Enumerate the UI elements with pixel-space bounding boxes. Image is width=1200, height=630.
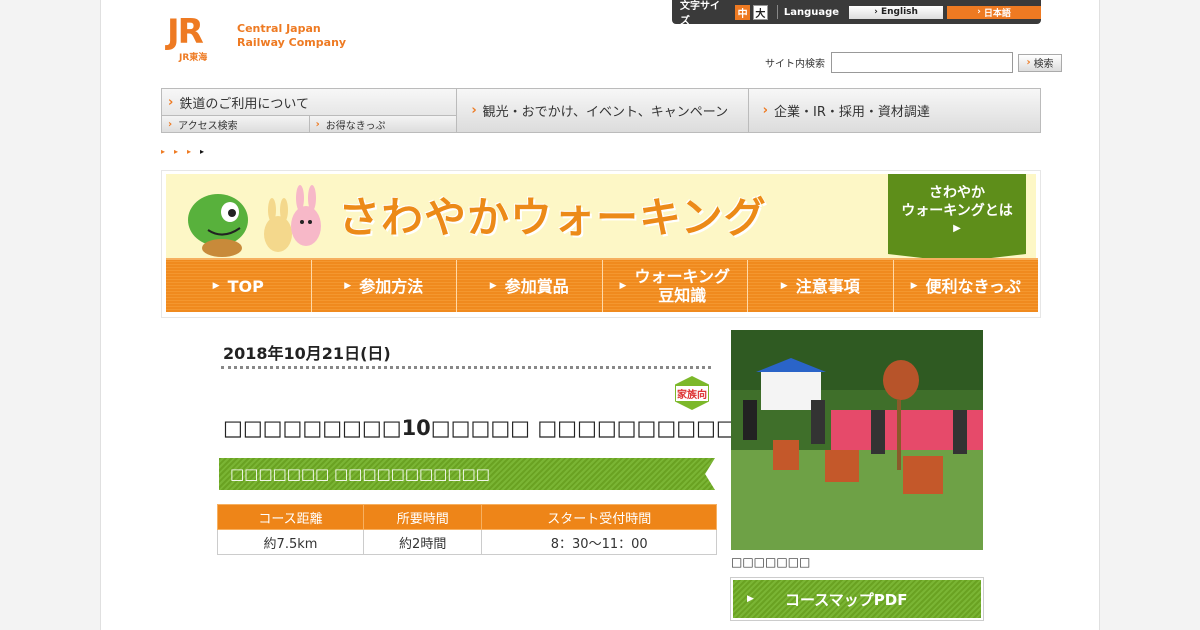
menu-label-line2: 豆知識	[658, 286, 707, 305]
english-label: English	[881, 7, 918, 17]
nav-corporate-label: 企業・IR・採用・資材調達	[774, 105, 930, 120]
font-size-medium-button[interactable]: 中	[735, 4, 750, 20]
page-container: 文字サイズ 中 大 Language › English › 日本語 JR JR…	[100, 0, 1100, 630]
play-arrow-icon: ▶	[910, 280, 918, 291]
family-badge-label: 家族向	[676, 385, 708, 401]
utility-bar: 文字サイズ 中 大 Language › English › 日本語	[672, 0, 1041, 27]
menu-walking-tips[interactable]: ▶ ウォーキング 豆知識	[603, 260, 748, 312]
breadcrumb-arrow-icon[interactable]: ▸	[161, 147, 165, 156]
nav-access-label: アクセス検索	[178, 120, 238, 132]
breadcrumb-arrow-icon: ▸	[200, 147, 205, 156]
play-arrow-icon: ▶	[780, 280, 788, 291]
chevron-right-icon: ›	[471, 103, 477, 118]
nav-tickets-link[interactable]: › お得なきっぷ	[309, 116, 457, 132]
nav-tourism-link[interactable]: › 観光・おでかけ、イベント、キャンペーン	[457, 89, 749, 132]
language-label: Language	[783, 6, 840, 18]
header-duration: 所要時間	[362, 504, 483, 530]
menu-prizes[interactable]: ▶ 参加賞品	[457, 260, 603, 312]
header-distance: コース距離	[217, 504, 364, 530]
jr-logo-mark: JR JR東海	[165, 12, 227, 63]
global-nav: › 鉄道のご利用について › アクセス検索 › お得なきっぷ › 観光・おでかけ…	[161, 88, 1041, 133]
about-line1: さわやか	[929, 185, 985, 201]
header-start-time: スタート受付時間	[481, 504, 717, 530]
cell-duration: 約2時間	[362, 529, 483, 555]
breadcrumb-arrow-icon[interactable]: ▸	[187, 147, 191, 156]
menu-label: 参加方法	[359, 276, 424, 296]
play-arrow-icon: ▶	[953, 223, 961, 234]
play-arrow-icon: ▶	[344, 280, 352, 291]
nav-rail-link[interactable]: › 鉄道のご利用について	[162, 89, 457, 116]
mascot-illustration	[188, 185, 321, 257]
company-name-line1: Central Japan	[237, 22, 321, 35]
nav-tickets-label: お得なきっぷ	[325, 120, 386, 132]
sawayaka-walking-banner: さわやかウォーキング さわやか ウォーキングとは ▶ ▶ TOP ▶ 参加方法 ▶ 参…	[161, 170, 1041, 318]
jr-logo-sub: JR東海	[179, 53, 208, 63]
chevron-right-icon: ›	[168, 94, 174, 110]
search-label: サイト内検索	[765, 59, 825, 70]
company-name: Central Japan Railway Company	[237, 22, 346, 50]
play-arrow-icon: ▶	[747, 594, 754, 604]
nav-rail-group: › 鉄道のご利用について › アクセス検索 › お得なきっぷ	[162, 89, 458, 132]
company-name-line2: Railway Company	[237, 36, 347, 49]
table-row: 約7.5km 約2時間 8：30～11：00	[217, 529, 717, 555]
menu-label: 参加賞品	[504, 276, 569, 296]
site-search: サイト内検索 検索	[765, 52, 1062, 73]
menu-label: 便利なきっぷ	[925, 276, 1021, 296]
event-subtitle-bar: □□□□□□□ □□□□□□□□□□□	[219, 458, 715, 490]
nav-tourism-label: 観光・おでかけ、イベント、キャンペーン	[482, 105, 729, 120]
nav-corporate-link[interactable]: › 企業・IR・採用・資材調達	[749, 89, 1040, 132]
cell-start-time: 8：30～11：00	[481, 529, 717, 555]
chevron-right-icon: ›	[762, 103, 769, 118]
english-button[interactable]: › English	[849, 5, 944, 19]
cell-distance: 約7.5km	[217, 529, 364, 555]
banner-header: さわやかウォーキング さわやか ウォーキングとは ▶	[166, 174, 1036, 262]
event-date: 2018年10月21日(日)	[223, 344, 391, 363]
play-arrow-icon: ▶	[489, 280, 497, 291]
play-arrow-icon: ▶	[619, 280, 627, 291]
banner-title: さわやかウォーキング	[338, 193, 767, 242]
family-badge-icon: 家族向	[675, 376, 709, 410]
japanese-label: 日本語	[983, 8, 1011, 19]
walking-menu: ▶ TOP ▶ 参加方法 ▶ 参加賞品 ▶ ウォーキング 豆知識 ▶ 注意事項 ▶ 便利なきっ…	[166, 258, 1038, 312]
japanese-button[interactable]: › 日本語	[947, 5, 1041, 19]
nav-access-search-link[interactable]: › アクセス検索	[162, 116, 310, 132]
play-arrow-icon: ▶	[212, 280, 220, 291]
chevron-right-icon: ›	[168, 118, 173, 130]
dotted-divider	[221, 366, 711, 369]
search-input[interactable]	[831, 52, 1013, 73]
menu-label: ウォーキング	[634, 267, 730, 286]
breadcrumb: ▸ ▸ ▸ ▸	[161, 147, 204, 156]
search-button[interactable]: 検索	[1018, 53, 1062, 72]
menu-label: 注意事項	[795, 276, 860, 296]
menu-top[interactable]: ▶ TOP	[166, 260, 312, 312]
jr-central-logo[interactable]: JR JR東海 Central Japan Railway Company	[165, 12, 346, 63]
table-header-row: コース距離 所要時間 スタート受付時間	[217, 504, 717, 530]
about-walking-button[interactable]: さわやか ウォーキングとは ▶	[888, 174, 1026, 262]
font-size-large-button[interactable]: 大	[753, 4, 768, 20]
pdf-button-label: コースマップPDF	[785, 590, 908, 609]
photo-caption: □□□□□□□	[731, 555, 811, 569]
menu-precautions[interactable]: ▶ 注意事項	[748, 260, 894, 312]
menu-how-to-join[interactable]: ▶ 参加方法	[312, 260, 457, 312]
font-size-label: 文字サイズ	[680, 1, 720, 27]
menu-useful-tickets[interactable]: ▶ 便利なきっぷ	[894, 260, 1039, 312]
utility-divider	[776, 5, 778, 19]
jr-logo-letters: JR	[167, 12, 204, 52]
about-line2: ウォーキングとは	[901, 203, 1013, 219]
course-info-table: コース距離 所要時間 スタート受付時間 約7.5km 約2時間 8：30～11：…	[217, 504, 717, 555]
course-map-pdf-button[interactable]: ▶ コースマップPDF	[731, 578, 983, 620]
nav-rail-label: 鉄道のご利用について	[179, 96, 309, 112]
event-photo	[731, 330, 983, 550]
chevron-right-icon: ›	[315, 118, 320, 130]
event-subtitle: □□□□□□□ □□□□□□□□□□□	[230, 465, 490, 483]
menu-label: TOP	[227, 276, 264, 296]
breadcrumb-arrow-icon[interactable]: ▸	[174, 147, 178, 156]
